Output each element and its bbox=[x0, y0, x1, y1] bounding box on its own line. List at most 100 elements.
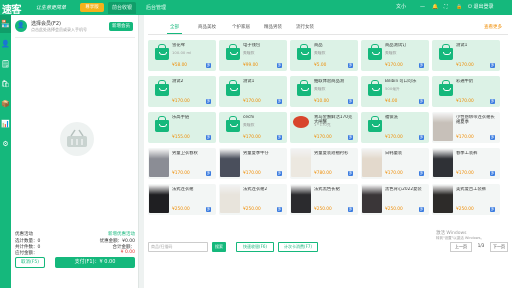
product-name: Bilibili 可口可乐 bbox=[385, 79, 417, 84]
tab-backend[interactable]: 后台管理 bbox=[142, 2, 170, 14]
multi-spec-badge: 多 bbox=[206, 207, 211, 212]
product-card[interactable]: 乐高手链 ¥155.00 多 bbox=[148, 112, 216, 143]
product-price: ¥170.00 bbox=[385, 171, 403, 176]
fullscreen-icon[interactable]: ⛶ bbox=[444, 3, 448, 12]
search-button[interactable]: 搜索 bbox=[212, 242, 226, 252]
product-card[interactable]: 测试1 ¥170.00 多 bbox=[219, 76, 287, 107]
product-card[interactable]: 男童夏装短袖衬衫 ¥780.00 多 bbox=[290, 148, 358, 179]
notification-icon[interactable]: 🔔 bbox=[432, 3, 438, 12]
shopping-bag-icon bbox=[297, 44, 311, 60]
order-panel: 👤 选择会员(F2) 点击此处选择会员或录入手机号 新增会员 优惠活动 新增优惠… bbox=[11, 15, 139, 288]
product-card[interactable]: 男童夏季牛仔 ¥170.00 多 bbox=[219, 148, 287, 179]
category-tab-beauty[interactable]: 商品美妆 bbox=[198, 24, 216, 30]
cancel-button[interactable]: 取消(F5) bbox=[15, 257, 45, 268]
product-card[interactable]: 日韩童装 ¥170.00 多 bbox=[361, 148, 429, 179]
lock-icon[interactable]: 🔒 bbox=[456, 3, 462, 12]
product-card[interactable]: cechi 美瞳款 ¥170.00 多 bbox=[219, 112, 287, 143]
product-spec: 美瞳款 bbox=[314, 51, 326, 55]
member-selector[interactable]: 👤 选择会员(F2) 点击此处选择会员或录入手机号 新增会员 bbox=[15, 19, 135, 35]
category-tab-womenswear[interactable]: 流行女装 bbox=[296, 24, 314, 30]
product-photo bbox=[291, 185, 311, 213]
product-name: cechi bbox=[243, 115, 255, 120]
left-rail: 🏪 👤 🗒 🛍 📦 📊 ⚙ bbox=[0, 15, 11, 288]
product-price: ¥10.00 bbox=[314, 99, 330, 104]
vip-badge[interactable]: 尊享版 bbox=[80, 3, 104, 12]
product-price: ¥170.00 bbox=[172, 99, 190, 104]
product-thumbnail bbox=[364, 43, 382, 61]
category-tab-menswear[interactable]: 精品男装 bbox=[264, 24, 282, 30]
product-card[interactable]: 电子钱包 美瞳款 ¥99.00 多 bbox=[219, 40, 287, 71]
product-card[interactable]: 商品 美瞳款 ¥5.00 多 bbox=[290, 40, 358, 71]
product-card[interactable]: Bilibili 可口可乐 500毫升 ¥4.00 多 bbox=[361, 76, 429, 107]
product-name: 测试1 bbox=[456, 43, 468, 48]
product-name: 雪花啤 bbox=[172, 43, 185, 48]
product-price: ¥170.00 bbox=[314, 135, 332, 140]
product-photo bbox=[433, 113, 453, 141]
search-input[interactable]: 商品/扫描码 bbox=[148, 242, 208, 252]
pay-button[interactable]: 支付(F1)：¥ 0.00 bbox=[55, 257, 135, 268]
tab-front-cashier[interactable]: 前台收银 bbox=[108, 2, 137, 14]
rail-item-report[interactable]: 📊 bbox=[0, 115, 11, 133]
product-card[interactable]: 雪花啤 100.00 ml ¥58.00 多 bbox=[148, 40, 216, 71]
product-thumbnail bbox=[293, 79, 311, 97]
product-card[interactable]: 美式复古工装裤 ¥250.00 多 bbox=[432, 184, 500, 215]
product-card[interactable]: 春季工装裤 ¥170.00 多 bbox=[432, 148, 500, 179]
product-card[interactable]: 小性感绑带连衣裙长裙夏季 ¥170.00 多 bbox=[432, 112, 500, 143]
product-name: 男童夏装短袖衬衫 bbox=[314, 151, 349, 156]
product-name: 男童夏季牛仔 bbox=[243, 151, 269, 156]
product-price: ¥170.00 bbox=[456, 63, 474, 68]
rail-item-order[interactable]: 🗒 bbox=[0, 55, 11, 73]
multi-spec-badge: 多 bbox=[490, 99, 495, 104]
quick-cashier-button[interactable]: 快速收银(F6) bbox=[236, 242, 274, 252]
logout-button[interactable]: ⏻ 退出登录 bbox=[468, 3, 494, 12]
product-card[interactable]: 商品测试订 美瞳款 ¥170.00 多 bbox=[361, 40, 429, 71]
watermark-line-2: 转到"设置"以激活 Windows。 bbox=[436, 236, 484, 240]
product-name: 测试2 bbox=[172, 79, 184, 84]
product-card[interactable]: 彩通牛奶 ¥170.00 多 bbox=[432, 76, 500, 107]
next-page-button[interactable]: 下一页 bbox=[490, 242, 508, 252]
product-price: ¥155.00 bbox=[172, 135, 190, 140]
product-thumbnail bbox=[222, 115, 240, 133]
product-spec: 500毫升 bbox=[385, 87, 400, 91]
product-card[interactable]: 男童卫衣春秋 ¥170.00 多 bbox=[148, 148, 216, 179]
product-photo bbox=[220, 185, 240, 213]
product-spec: 美瞳款 bbox=[314, 87, 326, 91]
rail-item-stock[interactable]: 📦 bbox=[0, 95, 11, 113]
product-price: ¥170.00 bbox=[456, 135, 474, 140]
prev-page-button[interactable]: 上一页 bbox=[450, 242, 472, 252]
count-card-button[interactable]: 计次卡消费(F7) bbox=[278, 242, 318, 252]
product-card[interactable]: 青岛金蟹鲜活170克大闸蟹 1~170克 ¥170.00 多 bbox=[290, 112, 358, 143]
product-card[interactable]: 测试2 ¥170.00 多 bbox=[148, 76, 216, 107]
product-card[interactable]: 法式黑色长裙 ¥250.00 多 bbox=[290, 184, 358, 215]
category-tab-home[interactable]: 个护家居 bbox=[232, 24, 250, 30]
rail-item-settings[interactable]: ⚙ bbox=[0, 135, 11, 153]
panel-actions: 取消(F5) 支付(F1)：¥ 0.00 bbox=[15, 257, 135, 269]
product-card[interactable]: 黑色背心2022夏装 ¥250.00 多 bbox=[361, 184, 429, 215]
product-name: 福保洗 bbox=[385, 115, 398, 120]
product-card[interactable]: 法式连衣裙 ¥250.00 多 bbox=[148, 184, 216, 215]
product-card[interactable]: 测试1 ¥170.00 多 bbox=[432, 40, 500, 71]
shopping-bag-icon bbox=[368, 80, 382, 96]
product-price: ¥170.00 bbox=[243, 135, 261, 140]
product-card[interactable]: 法式连衣裙2 ¥250.00 多 bbox=[219, 184, 287, 215]
product-price: ¥170.00 bbox=[385, 135, 403, 140]
product-name: 商品 bbox=[314, 43, 323, 48]
add-member-button[interactable]: 新增会员 bbox=[109, 22, 133, 31]
product-card[interactable]: 福保洗 ¥170.00 多 bbox=[361, 112, 429, 143]
product-card[interactable]: 抽取体验商品测 美瞳款 ¥10.00 多 bbox=[290, 76, 358, 107]
product-thumbnail bbox=[151, 79, 169, 97]
category-tab-all[interactable]: 全部 bbox=[167, 24, 182, 34]
rail-item-member[interactable]: 👤 bbox=[0, 35, 11, 53]
user-name[interactable]: 文小 bbox=[396, 3, 406, 12]
multi-spec-badge: 多 bbox=[490, 63, 495, 68]
product-name: 春季工装裤 bbox=[456, 151, 478, 156]
minimize-icon[interactable]: — bbox=[420, 3, 425, 12]
product-thumbnail bbox=[151, 43, 169, 61]
more-categories-link[interactable]: 查看更多 bbox=[484, 24, 502, 30]
rail-item-cashier[interactable]: 🏪 bbox=[0, 15, 11, 33]
multi-spec-badge: 多 bbox=[206, 135, 211, 140]
multi-spec-badge: 多 bbox=[348, 135, 353, 140]
multi-spec-badge: 多 bbox=[277, 99, 282, 104]
add-promo-link[interactable]: 新增优惠活动 bbox=[108, 231, 135, 237]
rail-item-goods[interactable]: 🛍 bbox=[0, 75, 11, 93]
